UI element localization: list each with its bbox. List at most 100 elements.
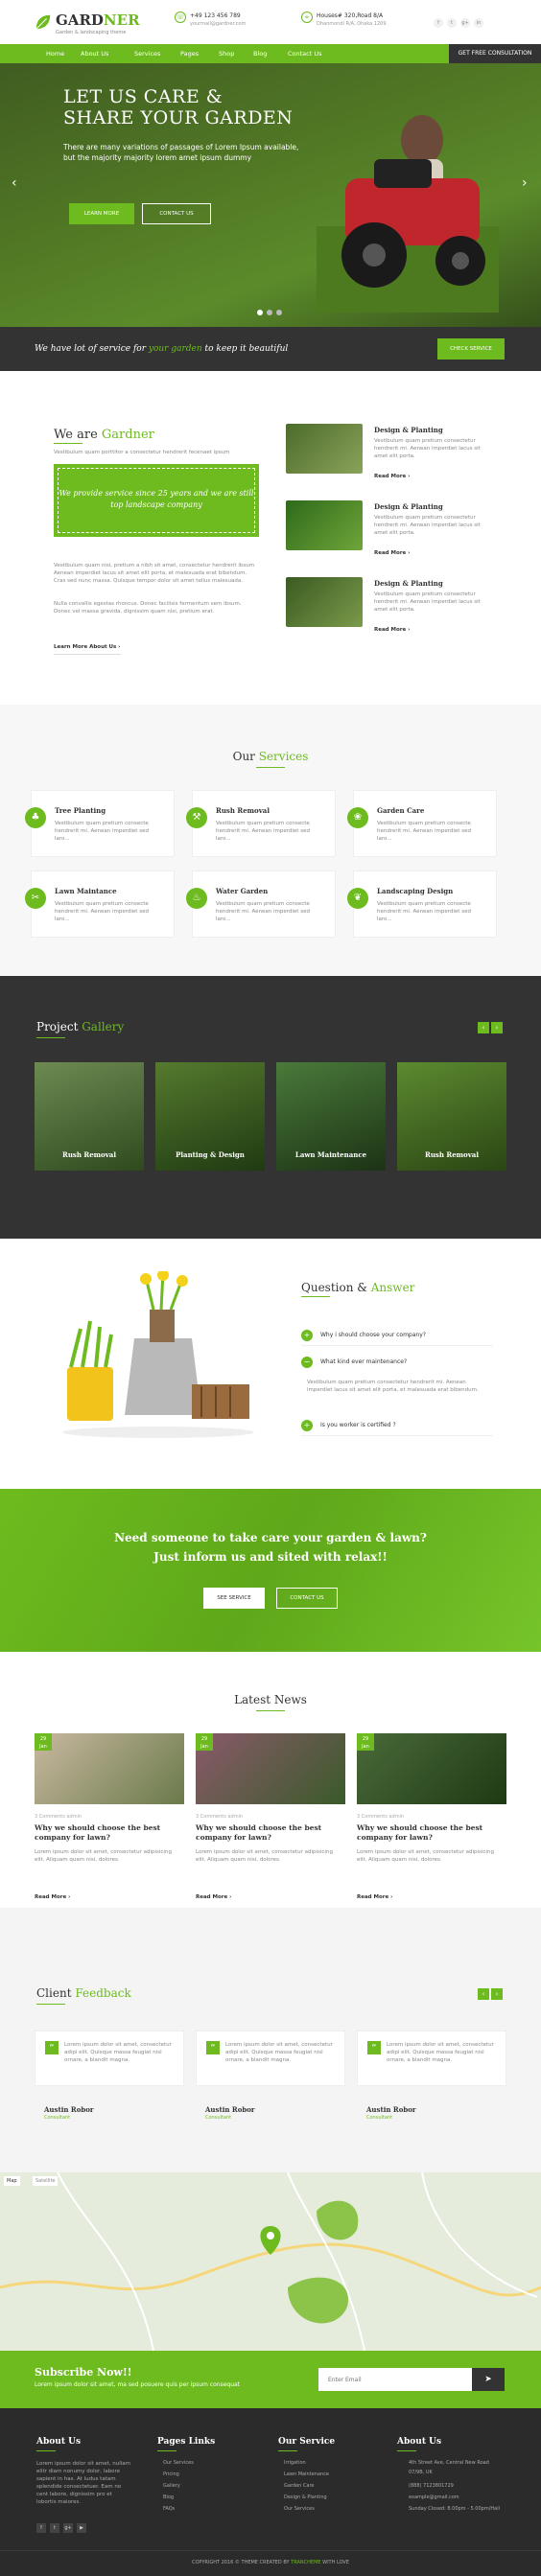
faq-item-open[interactable]: − What kind ever maintenance? [301,1352,493,1373]
title-underline [278,2450,297,2451]
feedback-next-icon[interactable]: › [491,1988,503,2000]
phone-number: +49 123 456 789 [190,12,241,19]
feature-title: Design & Planting [374,502,443,511]
service-card[interactable]: ⚒ Rush Removal Vestibulum quam pretium c… [186,790,336,857]
feature-read-more[interactable]: Read More › [374,627,410,633]
gallery-prev-icon[interactable]: ‹ [478,1022,489,1033]
title-underline [397,2450,416,2451]
nav-home[interactable]: Home [46,50,64,58]
youtube-icon[interactable]: ▶ [77,2523,86,2533]
news-heading[interactable]: Why we should choose the best company fo… [35,1823,184,1843]
footer-link[interactable]: Our Services [284,2506,315,2512]
cta-contact-button[interactable]: CONTACT US [276,1588,338,1609]
news-meta: 3 Comments admin [35,1814,82,1820]
nav-contact[interactable]: Contact Us [288,50,322,58]
divider [54,654,121,655]
see-service-button[interactable]: SEE SERVICE [203,1588,265,1609]
feature-read-more[interactable]: Read More › [374,550,410,556]
news-read-more[interactable]: Read More › [196,1894,231,1900]
facebook-icon[interactable]: f [434,18,443,28]
testimonial-name: Austin Robor [205,2105,255,2114]
nav-pages[interactable]: Pages [180,50,199,58]
feature-image [286,424,363,474]
news-heading[interactable]: Why we should choose the best company fo… [196,1823,345,1843]
news-date: 29 Jan [196,1733,213,1751]
footer-contact-item[interactable]: example@gmail.com [409,2495,459,2500]
email-address[interactable]: yourmail@gardner.com [190,20,246,29]
twitter-icon[interactable]: t [447,18,457,28]
contact-us-button[interactable]: CONTACT US [142,203,211,224]
nav-blog[interactable]: Blog [253,50,267,58]
google-plus-icon[interactable]: g+ [460,18,470,28]
top-bar: GARDNER Garden & landscaping theme ☏ +49… [0,0,541,44]
title-underline [36,2450,56,2451]
news-card: 29 Jan 3 Comments admin Why we should cho… [196,1733,345,1906]
send-icon[interactable]: ➤ [472,2368,505,2391]
address-sub: Dhanmondi R/A, Dhaka 1209 [317,21,387,27]
testimonial-name: Austin Robor [44,2105,94,2114]
location-map[interactable]: Map Satellite [0,2172,541,2351]
linkedin-icon[interactable]: in [474,18,483,28]
news-excerpt: Lorem ipsum dolor sit amet, consectetur … [357,1849,494,1863]
slider-prev-icon[interactable]: ‹ [12,175,17,191]
slider-next-icon[interactable]: › [522,175,528,191]
footer-contact-item: (888) 7123801729 [409,2483,454,2489]
email-input[interactable] [318,2368,472,2391]
footer-link[interactable]: FAQs [163,2506,175,2512]
news-image[interactable] [35,1733,184,1804]
news-heading[interactable]: Why we should choose the best company fo… [357,1823,506,1843]
footer-link[interactable]: Design & Planting [284,2495,327,2500]
footer-link[interactable]: Garden Care [284,2483,315,2489]
feedback-prev-icon[interactable]: ‹ [478,1988,489,2000]
news-read-more[interactable]: Read More › [35,1894,70,1900]
service-card[interactable]: ❀ Garden Care Vestibulum quam pretium co… [347,790,497,857]
gallery-item[interactable]: Lawn Maintenance [276,1062,386,1171]
service-card[interactable]: ❦ Landscaping Design Vestibulum quam pre… [347,870,497,938]
footer-link[interactable]: Pricing [163,2472,179,2477]
check-service-button[interactable]: CHECK SERVICE [437,338,505,360]
nav-about[interactable]: About Us [81,50,108,58]
free-consultation-button[interactable]: GET FREE CONSULTATION [449,44,541,63]
map-roads [0,2172,541,2351]
learn-more-button[interactable]: LEARN MORE [69,203,134,224]
about-title: We are Gardner [54,428,154,442]
footer-link[interactable]: Blog [163,2495,174,2500]
logo-tagline: Garden & landscaping theme [56,30,127,35]
feature-read-more[interactable]: Read More › [374,474,410,479]
service-card[interactable]: ♣ Tree Planting Vestibulum quam pretium … [25,790,175,857]
map-tab[interactable]: Map [4,2176,20,2186]
gallery-next-icon[interactable]: › [491,1022,503,1033]
service-card[interactable]: ✂ Lawn Maintance Vestibulum quam pretium… [25,870,175,938]
faq-item[interactable]: + Is you worker is certified ? [301,1415,493,1436]
title-underline [256,1710,285,1711]
news-image[interactable] [357,1733,506,1804]
footer-link[interactable]: Irrigation [284,2460,306,2466]
minus-icon: − [301,1357,313,1368]
gallery-item[interactable]: Rush Removal [397,1062,506,1171]
slider-dot[interactable] [267,310,272,315]
facebook-icon[interactable]: f [36,2523,46,2533]
faq-item[interactable]: + Why i should choose your company? [301,1325,493,1346]
gallery-item[interactable]: Planting & Design [155,1062,265,1171]
twitter-icon[interactable]: t [50,2523,59,2533]
phone-contact: ☏ +49 123 456 789 yourmail@gardner.com [175,12,246,29]
feature-image [286,500,363,550]
subscribe-desc: Lorem ipsum dolor sit amet, ma sed posue… [35,2381,241,2388]
google-plus-icon[interactable]: g+ [63,2523,73,2533]
service-card[interactable]: ♨ Water Garden Vestibulum quam pretium c… [186,870,336,938]
gallery-item[interactable]: Rush Removal [35,1062,144,1171]
nav-shop[interactable]: Shop [219,50,234,58]
address-contact: ⌖ Houses# 320,Road 8/A Dhanmondi R/A, Dh… [301,12,387,29]
slider-dot[interactable] [257,310,263,315]
about-learn-more-link[interactable]: Learn More About Us › [54,644,120,650]
slider-dot[interactable] [276,310,282,315]
title-underline [36,1037,65,1038]
nav-services[interactable]: Services [134,50,160,58]
news-image[interactable] [196,1733,345,1804]
footer-link[interactable]: Lawn Maintenance [284,2472,329,2477]
satellite-tab[interactable]: Satellite [33,2176,59,2186]
location-icon: ⌖ [301,12,313,23]
footer-link[interactable]: Gallery [163,2483,180,2489]
footer-link[interactable]: Our Services [163,2460,194,2466]
news-read-more[interactable]: Read More › [357,1894,392,1900]
